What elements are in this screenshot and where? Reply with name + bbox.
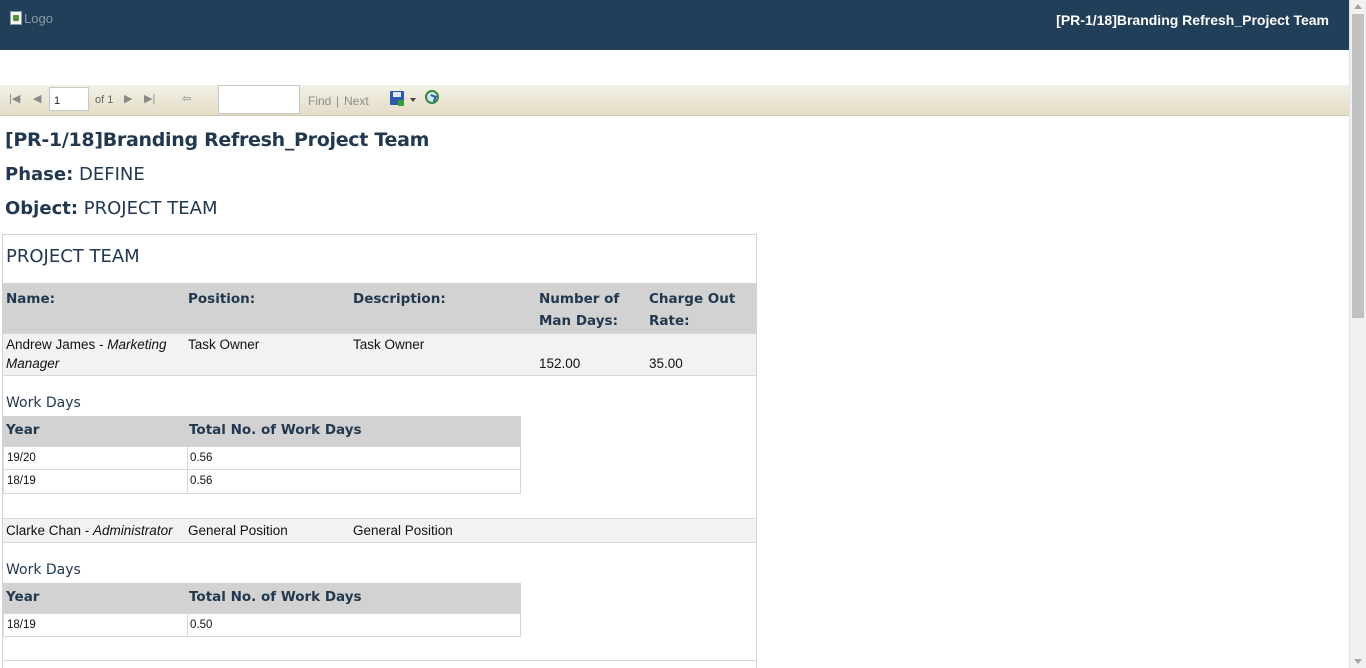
col-rate-line1: Charge Out bbox=[649, 291, 736, 307]
work-days-total: 0.56 bbox=[190, 452, 213, 464]
logo-alt-text: Logo bbox=[24, 10, 53, 26]
object-line: Object: PROJECT TEAM bbox=[5, 198, 218, 219]
member-name-text: Andrew James bbox=[6, 337, 96, 352]
cell-divider bbox=[187, 614, 188, 636]
col-man-days: Number of Man Days: bbox=[539, 288, 619, 332]
work-days-col-year: Year bbox=[6, 422, 40, 438]
member-name-text: Clarke Chan bbox=[6, 523, 82, 538]
refresh-icon[interactable] bbox=[425, 90, 439, 104]
logo: Logo bbox=[10, 9, 53, 27]
col-position: Position: bbox=[188, 291, 256, 307]
col-rate: Charge Out Rate: bbox=[649, 288, 735, 332]
member-position: General Position bbox=[188, 523, 288, 538]
col-description: Description: bbox=[353, 291, 446, 307]
work-days-year: 18/19 bbox=[7, 475, 36, 487]
scroll-thumb[interactable] bbox=[1352, 14, 1364, 318]
scroll-up-icon[interactable] bbox=[1354, 4, 1362, 9]
project-team-panel: PROJECT TEAM Name: Position: Description… bbox=[2, 234, 757, 668]
work-days-label: Work Days bbox=[6, 562, 81, 578]
broken-image-icon bbox=[10, 11, 22, 25]
report-toolbar: |◀ ◀ of 1 ▶ ▶| ⇦ Find | Next bbox=[0, 85, 1349, 116]
cell-divider bbox=[187, 447, 188, 469]
col-man-days-line2: Man Days: bbox=[539, 313, 618, 329]
member-description: General Position bbox=[353, 523, 453, 538]
find-next-link[interactable]: Next bbox=[344, 94, 369, 108]
member-role: Administrator bbox=[93, 523, 173, 538]
back-to-parent-icon[interactable]: ⇦ bbox=[182, 92, 191, 106]
work-days-row: 18/19 0.56 bbox=[3, 470, 521, 494]
work-days-col-total: Total No. of Work Days bbox=[189, 422, 362, 438]
report-viewer: Logo [PR-1/18]Branding Refresh_Project T… bbox=[0, 0, 1349, 668]
work-days-year: 19/20 bbox=[7, 452, 36, 464]
team-member-row: Clarke Chan - Administrator General Posi… bbox=[3, 518, 756, 543]
work-days-header: Year Total No. of Work Days bbox=[3, 583, 521, 613]
work-days-total: 0.50 bbox=[190, 619, 213, 631]
col-rate-line2: Rate: bbox=[649, 313, 690, 329]
cell-divider bbox=[187, 470, 188, 493]
work-days-year: 18/19 bbox=[7, 619, 36, 631]
report-title: [PR-1/18]Branding Refresh_Project Team bbox=[5, 129, 430, 151]
first-page-icon[interactable]: |◀ bbox=[9, 92, 20, 106]
app-header: Logo [PR-1/18]Branding Refresh_Project T… bbox=[0, 0, 1349, 50]
work-days-row: 18/19 0.50 bbox=[3, 613, 521, 637]
header-title: [PR-1/18]Branding Refresh_Project Team bbox=[1056, 12, 1329, 28]
phase-line: Phase: DEFINE bbox=[5, 164, 145, 185]
work-days-col-total: Total No. of Work Days bbox=[189, 589, 362, 605]
member-rate: 35.00 bbox=[649, 356, 683, 371]
export-dropdown-icon[interactable] bbox=[410, 98, 416, 102]
member-name: Andrew James - Marketing Manager bbox=[6, 337, 167, 371]
team-table-header: Name: Position: Description: Number of M… bbox=[3, 283, 756, 333]
work-days-label: Work Days bbox=[6, 395, 81, 411]
toolbar-separator: | bbox=[336, 94, 340, 108]
page-total: of 1 bbox=[95, 94, 114, 106]
phase-value: DEFINE bbox=[79, 164, 145, 185]
work-days-header: Year Total No. of Work Days bbox=[3, 416, 521, 446]
team-member-row: Andrew James - Marketing Manager Task Own… bbox=[3, 333, 756, 376]
col-name: Name: bbox=[6, 291, 56, 307]
section-title: PROJECT TEAM bbox=[6, 246, 140, 267]
member-description: Task Owner bbox=[353, 337, 425, 352]
member-man-days: 152.00 bbox=[539, 356, 581, 371]
work-days-row: 19/20 0.56 bbox=[3, 446, 521, 470]
member-name: Clarke Chan - Administrator bbox=[6, 523, 173, 538]
vertical-scrollbar[interactable] bbox=[1349, 0, 1366, 668]
member-position: Task Owner bbox=[188, 337, 260, 352]
work-days-col-year: Year bbox=[6, 589, 40, 605]
previous-page-icon[interactable]: ◀ bbox=[33, 92, 41, 106]
next-page-icon[interactable]: ▶ bbox=[124, 92, 132, 106]
find-link[interactable]: Find bbox=[308, 94, 331, 108]
page-number-input[interactable] bbox=[49, 87, 89, 111]
find-input[interactable] bbox=[218, 85, 300, 114]
export-save-icon[interactable] bbox=[390, 91, 404, 106]
last-page-icon[interactable]: ▶| bbox=[144, 92, 155, 106]
phase-label: Phase: bbox=[5, 164, 74, 185]
member-role-line1: Marketing bbox=[107, 337, 167, 352]
col-man-days-line1: Number of bbox=[539, 291, 620, 307]
member-role-line2: Manager bbox=[6, 356, 60, 371]
work-days-total: 0.56 bbox=[190, 475, 213, 487]
row-divider bbox=[3, 660, 756, 661]
object-value: PROJECT TEAM bbox=[83, 198, 218, 219]
scroll-down-icon[interactable] bbox=[1354, 659, 1362, 664]
object-label: Object: bbox=[5, 198, 79, 219]
